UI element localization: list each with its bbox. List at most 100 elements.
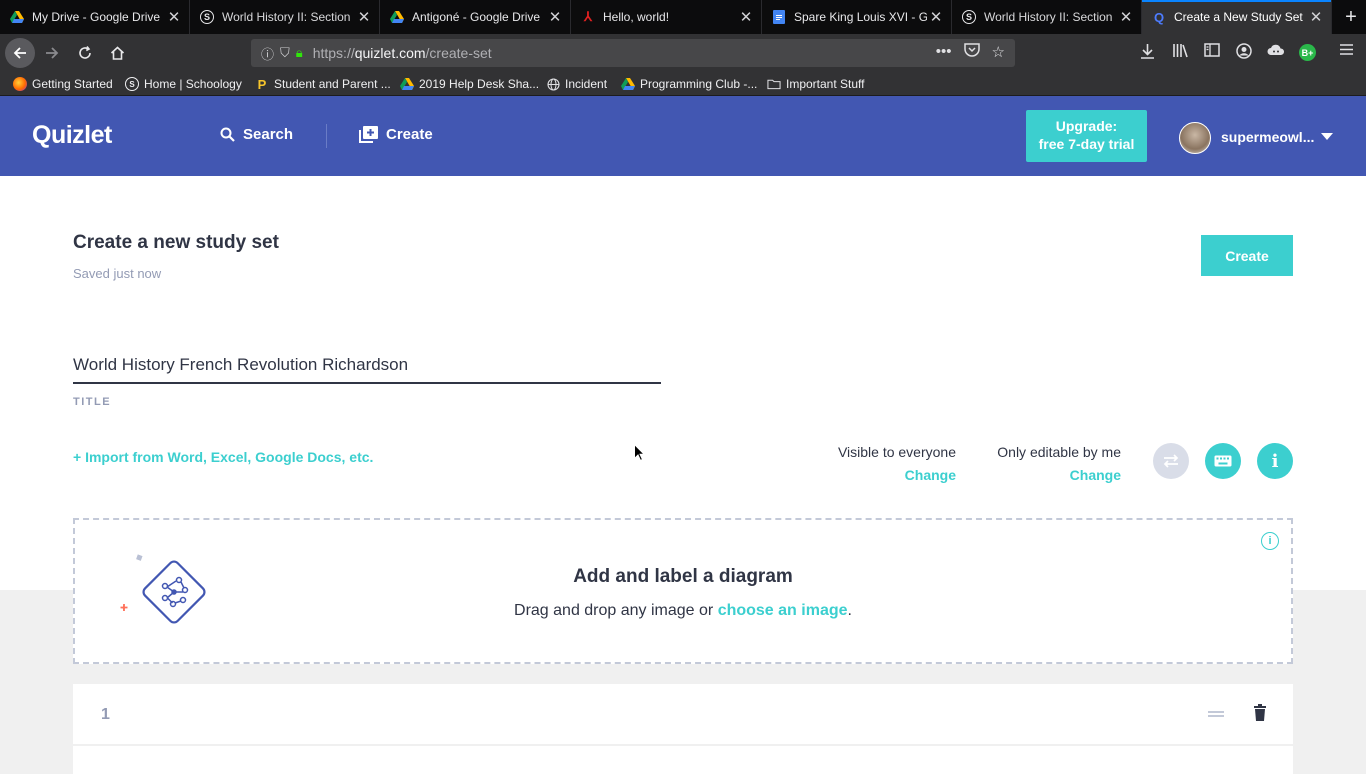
- tab-title: Hello, world!: [603, 10, 670, 24]
- pocket-icon[interactable]: [963, 43, 980, 61]
- mouse-cursor-icon: [634, 444, 645, 461]
- bookmark-item[interactable]: P Student and Parent ...: [255, 75, 391, 93]
- browser-tab[interactable]: Spare King Louis XVI - G ✕: [762, 0, 952, 34]
- close-icon[interactable]: ✕: [737, 8, 755, 26]
- swap-terms-button[interactable]: [1153, 443, 1189, 479]
- close-icon[interactable]: ✕: [1307, 8, 1325, 26]
- bookmark-label: Incident: [565, 77, 608, 91]
- schoology-icon: S: [962, 10, 976, 24]
- drag-handle-icon[interactable]: [1208, 711, 1224, 717]
- trash-icon[interactable]: [1253, 704, 1267, 722]
- google-drive-icon: [390, 10, 404, 24]
- more-actions-icon[interactable]: •••: [936, 43, 952, 61]
- tab-title: My Drive - Google Drive: [32, 10, 161, 24]
- close-icon[interactable]: ✕: [165, 8, 183, 26]
- visibility-label: Visible to everyone: [837, 444, 956, 460]
- extension-icon[interactable]: [1267, 43, 1285, 61]
- grade-extension-badge[interactable]: B+: [1299, 44, 1316, 61]
- download-icon[interactable]: [1140, 43, 1155, 63]
- tab-title: Spare King Louis XVI - G: [794, 10, 927, 24]
- folder-icon: [767, 77, 781, 91]
- card-number: 1: [101, 706, 110, 723]
- visibility-change-link[interactable]: Change: [810, 467, 956, 483]
- diagram-info-icon[interactable]: i: [1261, 532, 1279, 550]
- schoology-icon: S: [200, 10, 214, 24]
- tab-title: World History II: Section: [222, 10, 351, 24]
- address-bar[interactable]: ⓘ ⛉ 🔒︎ https://quizlet.com/create-set ••…: [251, 39, 1015, 67]
- browser-tab-active[interactable]: Q Create a New Study Set | ✕: [1142, 0, 1332, 34]
- quizlet-icon: Q: [1153, 9, 1165, 25]
- info-button[interactable]: i: [1257, 443, 1293, 479]
- bookmark-item[interactable]: S Home | Schoology: [125, 75, 242, 93]
- info-icon: i: [1271, 450, 1279, 472]
- quizlet-logo[interactable]: Quizlet: [32, 121, 112, 150]
- close-icon[interactable]: ✕: [927, 8, 945, 26]
- browser-tab[interactable]: ⅄ Hello, world! ✕: [571, 0, 762, 34]
- bookmark-item[interactable]: 2019 Help Desk Sha...: [400, 75, 539, 93]
- url-text[interactable]: https://quizlet.com/create-set: [313, 45, 492, 61]
- forward-button[interactable]: [37, 38, 67, 68]
- url-prefix: https://: [312, 45, 355, 61]
- info-icon[interactable]: ⓘ: [261, 44, 274, 63]
- search-nav-link[interactable]: Search: [220, 126, 293, 143]
- home-button[interactable]: [102, 38, 132, 68]
- title-input[interactable]: [73, 348, 661, 384]
- google-docs-icon: [772, 10, 786, 24]
- editable-label: Only editable by me: [997, 444, 1121, 460]
- tab-title: World History II: Section: [984, 10, 1113, 24]
- lock-icon: 🔒︎: [295, 45, 303, 60]
- sidebar-icon[interactable]: [1204, 43, 1220, 61]
- browser-tab[interactable]: S World History II: Section ✕: [952, 0, 1142, 34]
- back-button[interactable]: [5, 38, 35, 68]
- red-figure-icon: ⅄: [584, 9, 592, 24]
- firefox-icon: [13, 77, 27, 91]
- create-nav-link[interactable]: Create: [359, 126, 433, 143]
- reload-button[interactable]: [70, 38, 100, 68]
- google-drive-icon: [621, 77, 635, 91]
- close-icon[interactable]: ✕: [355, 8, 373, 26]
- term-card: 1: [73, 684, 1293, 774]
- nav-divider: [326, 124, 327, 148]
- reload-icon: [79, 46, 91, 59]
- diagram-subtitle-suffix: .: [847, 602, 852, 619]
- page-title: Create a new study set: [73, 232, 279, 253]
- editable-change-link[interactable]: Change: [975, 467, 1121, 483]
- swap-icon: [1163, 454, 1179, 468]
- globe-icon: [546, 77, 560, 91]
- new-tab-button[interactable]: +: [1336, 0, 1366, 34]
- search-label: Search: [243, 126, 294, 143]
- site-header: Quizlet Search Create Upgrade: free 7-da…: [0, 96, 1366, 176]
- bookmark-item[interactable]: Programming Club -...: [621, 75, 757, 93]
- bookmark-star-icon[interactable]: ☆: [992, 43, 1005, 61]
- browser-tab[interactable]: My Drive - Google Drive ✕: [0, 0, 190, 34]
- library-icon[interactable]: [1172, 43, 1189, 62]
- diagram-title: Add and label a diagram: [573, 566, 793, 587]
- avatar[interactable]: [1179, 122, 1211, 154]
- account-icon[interactable]: [1236, 43, 1252, 63]
- upgrade-button[interactable]: Upgrade: free 7-day trial: [1026, 110, 1147, 162]
- bookmark-item[interactable]: Important Stuff: [767, 75, 865, 93]
- keyboard-shortcuts-button[interactable]: [1205, 443, 1241, 479]
- create-set-button[interactable]: Create: [1201, 235, 1293, 276]
- import-link[interactable]: + Import from Word, Excel, Google Docs, …: [73, 449, 373, 465]
- hamburger-menu-icon[interactable]: [1339, 43, 1354, 60]
- close-icon[interactable]: ✕: [1117, 8, 1135, 26]
- google-drive-icon: [400, 77, 414, 91]
- chevron-down-icon[interactable]: [1321, 133, 1333, 140]
- browser-toolbar: ⓘ ⛉ 🔒︎ https://quizlet.com/create-set ••…: [0, 34, 1366, 72]
- bookmark-item[interactable]: Incident: [546, 75, 607, 93]
- card-divider: [73, 744, 1293, 746]
- keyboard-icon: [1214, 455, 1232, 467]
- choose-image-link[interactable]: choose an image: [718, 602, 848, 619]
- browser-tab[interactable]: S World History II: Section ✕: [190, 0, 380, 34]
- tab-title: Create a New Study Set |: [1174, 10, 1307, 24]
- shield-icon[interactable]: ⛉: [280, 45, 290, 61]
- browser-tab[interactable]: Antigoné - Google Drive ✕: [380, 0, 571, 34]
- diagram-drop-zone[interactable]: Add and label a diagram Drag and drop an…: [73, 518, 1293, 664]
- add-set-icon: [359, 126, 378, 143]
- username[interactable]: supermeowl...: [1221, 129, 1314, 145]
- bookmark-item[interactable]: Getting Started: [13, 75, 113, 93]
- home-icon: [110, 46, 124, 60]
- close-icon[interactable]: ✕: [546, 8, 564, 26]
- url-path: /create-set: [425, 45, 492, 61]
